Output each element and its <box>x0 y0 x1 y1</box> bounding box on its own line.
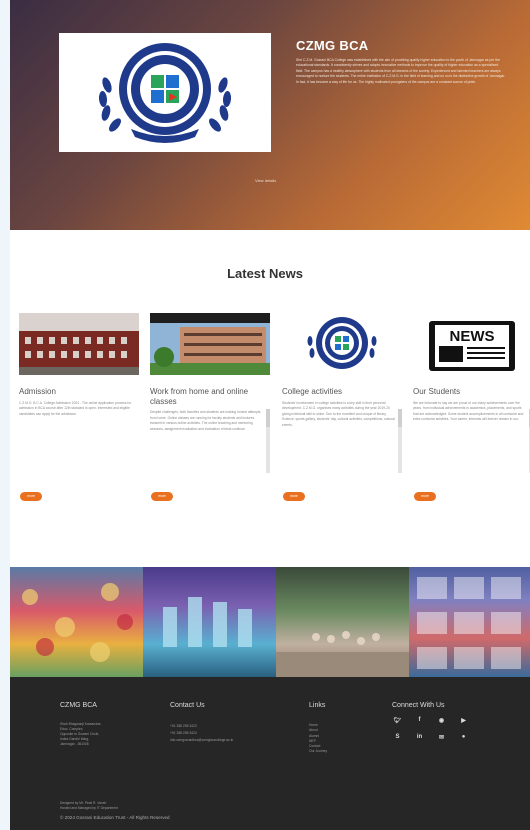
social-links: 🐦︎ f ◉ ▶ S in ✉ ● <box>392 717 482 743</box>
footer-link-journey[interactable]: Our Journey <box>309 749 327 754</box>
footer-heading-connect: Connect With Us <box>392 702 445 709</box>
gallery-photo-3 <box>276 567 409 677</box>
site-footer: CZMG BCA Shah Bhagwanji Karsandas Educ. … <box>10 677 530 830</box>
more-button[interactable]: more <box>20 492 42 501</box>
gallery-photo-2 <box>143 567 276 677</box>
copyright: © 2024 Gosrani Education Trust - All Rig… <box>60 815 170 820</box>
email-icon[interactable]: ✉ <box>436 734 447 743</box>
twitter-icon[interactable]: 🐦︎ <box>392 717 403 726</box>
phone-link[interactable]: +91 288 255 3424 <box>170 730 233 737</box>
footer-contact: +91 288 255 3423 +91 288 255 3424 info.c… <box>170 723 233 744</box>
newspaper-icon: NEWS <box>413 313 530 375</box>
hero-banner: CZMG BCA Shri C.Z.M. Gosrani BCA College… <box>10 0 530 230</box>
credit-line: Hosted and Managed by IT Department <box>60 805 118 810</box>
card-text: Despite challenges, both faculties and s… <box>150 410 261 431</box>
campus-photo-image <box>150 313 270 375</box>
address-line: Jamnagar - 361008 <box>60 742 89 746</box>
more-button[interactable]: more <box>283 492 305 501</box>
email-link[interactable]: info.czmgosranibca@czmgbcacollege.ac.in <box>170 737 233 744</box>
card-scrollbar[interactable] <box>398 409 402 473</box>
skype-icon[interactable]: S <box>392 734 403 743</box>
gallery-photo-4 <box>409 567 530 677</box>
view-details-link[interactable]: View details <box>255 178 276 183</box>
flickr-icon[interactable]: ● <box>458 734 469 743</box>
footer-heading-brand: CZMG BCA <box>60 702 97 709</box>
card-title: Work from home and online classes <box>150 387 249 406</box>
footer-links: Home About Alumni NEP Contact Our Journe… <box>309 723 327 755</box>
footer-heading-links: Links <box>309 702 326 709</box>
card-title: Admission <box>19 387 56 396</box>
hero-description: Shri C.Z.M. Gosrani BCA College was esta… <box>296 58 506 84</box>
linkedin-icon[interactable]: in <box>414 734 425 743</box>
news-card-our-students: NEWS Our Students We are fortunate to sa… <box>413 313 530 501</box>
gallery-photo-1 <box>10 567 143 677</box>
phone-link[interactable]: +91 288 255 3423 <box>170 723 233 730</box>
news-card-admission: Admission C.Z.M.G. B.C.A. College Admiss… <box>19 313 139 501</box>
college-building-image <box>19 313 139 375</box>
footer-address: Shah Bhagwanji Karsandas Educ. Complex, … <box>60 722 140 747</box>
more-button[interactable]: more <box>414 492 436 501</box>
more-button[interactable]: more <box>151 492 173 501</box>
footer-heading-contact: Contact Us <box>170 702 205 709</box>
college-logo <box>59 33 271 152</box>
college-seal-image <box>98 43 232 143</box>
card-text: C.Z.M.G. B.C.A. College Admission 2024 -… <box>19 400 132 416</box>
news-card-work-from-home: Work from home and online classes Despit… <box>150 313 270 501</box>
section-heading: Latest News <box>227 266 303 281</box>
card-text: We are fortunate to say we are proud of … <box>413 400 524 422</box>
card-title: Our Students <box>413 387 461 396</box>
photo-gallery-strip <box>10 567 530 677</box>
college-logo-image <box>282 313 402 375</box>
news-icon-label: NEWS <box>450 328 495 345</box>
facebook-icon[interactable]: f <box>414 717 425 726</box>
card-text: Students' involvement in college activit… <box>282 400 395 427</box>
card-scrollbar[interactable] <box>266 409 270 473</box>
latest-news-section: Latest News Admission C.Z.M.G. B.C.A. Co… <box>10 230 530 567</box>
hero-title: CZMG BCA <box>296 38 369 53</box>
youtube-icon[interactable]: ▶ <box>458 717 469 726</box>
card-title: College activities <box>282 387 343 396</box>
credits: Designed by Mr. Pinal R. Vansh Hosted an… <box>60 801 118 811</box>
instagram-icon[interactable]: ◉ <box>436 717 447 726</box>
news-card-college-activities: College activities Students' involvement… <box>282 313 402 501</box>
